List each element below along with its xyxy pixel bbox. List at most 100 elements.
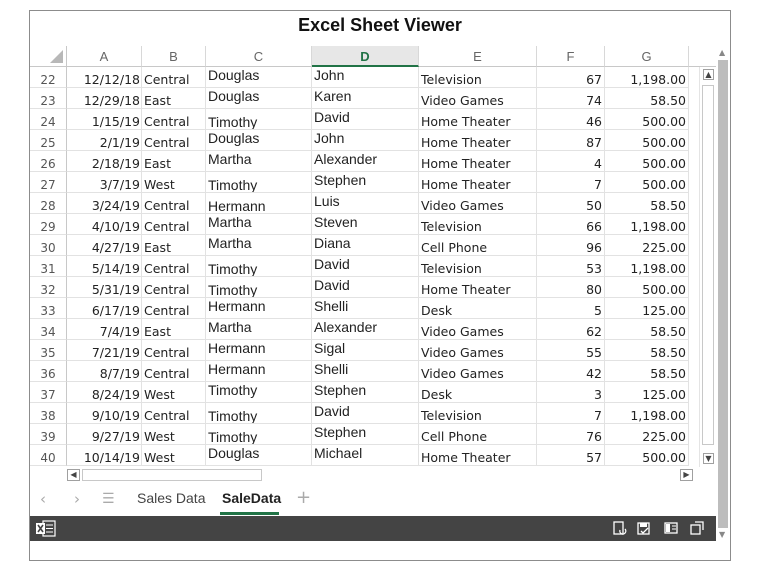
cell-rep[interactable]: Douglas — [206, 130, 312, 151]
row-number[interactable]: 31 — [30, 256, 67, 277]
cell-rep[interactable]: Hermann — [206, 193, 312, 214]
cell-rep[interactable]: Martha — [206, 214, 312, 235]
vertical-scrollbar[interactable]: ▲ ▼ — [699, 67, 717, 467]
cell-date[interactable]: 3/7/19 — [67, 172, 142, 193]
save-document-icon[interactable] — [637, 521, 651, 535]
horizontal-scrollbar[interactable]: ◀ ▶ — [67, 467, 699, 484]
cell-customer[interactable]: John — [312, 67, 419, 88]
row-number[interactable]: 36 — [30, 361, 67, 382]
cell-region[interactable]: West — [142, 382, 206, 403]
cell-region[interactable]: East — [142, 151, 206, 172]
row-number[interactable]: 25 — [30, 130, 67, 151]
cell-price[interactable]: 500.00 — [605, 277, 689, 298]
outer-scroll-thumb[interactable] — [718, 60, 728, 528]
cell-region[interactable]: Central — [142, 277, 206, 298]
cell-region[interactable]: Central — [142, 193, 206, 214]
cell-rep[interactable]: Hermann — [206, 361, 312, 382]
cell-date[interactable]: 8/7/19 — [67, 361, 142, 382]
row-number[interactable]: 32 — [30, 277, 67, 298]
cell-rep[interactable]: Timothy — [206, 256, 312, 277]
chevron-right-icon[interactable]: › — [74, 490, 80, 508]
cell-price[interactable]: 1,198.00 — [605, 214, 689, 235]
cell-customer[interactable]: Karen — [312, 88, 419, 109]
cell-date[interactable]: 2/18/19 — [67, 151, 142, 172]
cell-region[interactable]: East — [142, 88, 206, 109]
row-number[interactable]: 24 — [30, 109, 67, 130]
cell-date[interactable]: 4/10/19 — [67, 214, 142, 235]
hamburger-menu-icon[interactable]: ☰ — [102, 491, 115, 507]
plus-icon[interactable]: + — [296, 487, 311, 508]
cell-rep[interactable]: Timothy — [206, 403, 312, 424]
refresh-document-icon[interactable] — [613, 521, 627, 535]
cell-price[interactable]: 500.00 — [605, 109, 689, 130]
cell-customer[interactable]: Michael — [312, 445, 419, 466]
cell-price[interactable]: 500.00 — [605, 130, 689, 151]
row-number[interactable]: 26 — [30, 151, 67, 172]
cell-price[interactable]: 58.50 — [605, 340, 689, 361]
cell-customer[interactable]: Shelli — [312, 361, 419, 382]
column-header-b[interactable]: B — [142, 46, 206, 67]
cell-customer[interactable]: David — [312, 277, 419, 298]
cell-customer[interactable]: John — [312, 130, 419, 151]
outer-vertical-scrollbar[interactable]: ▲ ▼ — [716, 46, 730, 541]
row-number[interactable]: 22 — [30, 67, 67, 88]
row-number[interactable]: 37 — [30, 382, 67, 403]
chevron-left-icon[interactable]: ‹ — [40, 490, 46, 508]
cell-quantity[interactable]: 46 — [537, 109, 605, 130]
column-header-c[interactable]: C — [206, 46, 312, 67]
row-number[interactable]: 33 — [30, 298, 67, 319]
cell-date[interactable]: 6/17/19 — [67, 298, 142, 319]
row-number[interactable]: 38 — [30, 403, 67, 424]
cell-product[interactable]: Video Games — [419, 193, 537, 214]
cell-rep[interactable]: Timothy — [206, 172, 312, 193]
cell-price[interactable]: 225.00 — [605, 424, 689, 445]
cell-region[interactable]: East — [142, 235, 206, 256]
cell-date[interactable]: 5/31/19 — [67, 277, 142, 298]
cell-quantity[interactable]: 4 — [537, 151, 605, 172]
cell-quantity[interactable]: 7 — [537, 172, 605, 193]
cell-customer[interactable]: Shelli — [312, 298, 419, 319]
cell-product[interactable]: Desk — [419, 298, 537, 319]
cell-product[interactable]: Television — [419, 256, 537, 277]
cell-region[interactable]: Central — [142, 214, 206, 235]
cell-product[interactable]: Television — [419, 214, 537, 235]
cell-date[interactable]: 9/10/19 — [67, 403, 142, 424]
column-header-e[interactable]: E — [419, 46, 537, 67]
cell-region[interactable]: Central — [142, 403, 206, 424]
cell-region[interactable]: Central — [142, 109, 206, 130]
cell-date[interactable]: 7/21/19 — [67, 340, 142, 361]
cell-customer[interactable]: Stephen — [312, 172, 419, 193]
cell-product[interactable]: Video Games — [419, 340, 537, 361]
cell-price[interactable]: 500.00 — [605, 445, 689, 466]
outer-scroll-down-icon[interactable]: ▼ — [719, 530, 725, 539]
column-header-a[interactable]: A — [67, 46, 142, 67]
cell-region[interactable]: West — [142, 172, 206, 193]
cell-customer[interactable]: Luis — [312, 193, 419, 214]
cell-quantity[interactable]: 7 — [537, 403, 605, 424]
cell-quantity[interactable]: 67 — [537, 67, 605, 88]
cell-region[interactable]: Central — [142, 256, 206, 277]
cell-date[interactable]: 2/1/19 — [67, 130, 142, 151]
cell-price[interactable]: 58.50 — [605, 88, 689, 109]
cell-product[interactable]: Cell Phone — [419, 424, 537, 445]
popout-window-icon[interactable] — [690, 521, 704, 535]
cell-customer[interactable]: Diana — [312, 235, 419, 256]
cell-product[interactable]: Television — [419, 403, 537, 424]
cell-date[interactable]: 5/14/19 — [67, 256, 142, 277]
cell-region[interactable]: Central — [142, 340, 206, 361]
horizontal-scroll-thumb[interactable] — [82, 469, 262, 481]
scroll-down-button[interactable]: ▼ — [703, 453, 714, 464]
cell-region[interactable]: Central — [142, 361, 206, 382]
cell-customer[interactable]: Steven — [312, 214, 419, 235]
cell-quantity[interactable]: 96 — [537, 235, 605, 256]
cell-product[interactable]: Home Theater — [419, 445, 537, 466]
cell-date[interactable]: 1/15/19 — [67, 109, 142, 130]
cell-customer[interactable]: David — [312, 256, 419, 277]
cell-date[interactable]: 10/14/19 — [67, 445, 142, 466]
cell-customer[interactable]: Alexander — [312, 151, 419, 172]
row-number[interactable]: 27 — [30, 172, 67, 193]
cell-price[interactable]: 58.50 — [605, 361, 689, 382]
cell-price[interactable]: 225.00 — [605, 235, 689, 256]
cell-region[interactable]: Central — [142, 67, 206, 88]
cell-price[interactable]: 500.00 — [605, 151, 689, 172]
